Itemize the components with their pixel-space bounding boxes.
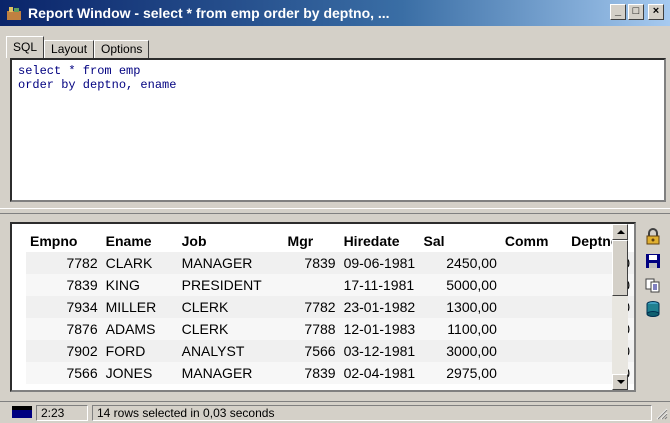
lock-icon[interactable] [644, 228, 662, 246]
scroll-down-button[interactable] [612, 374, 628, 390]
cell-comm[interactable] [500, 274, 568, 296]
chevron-down-icon [617, 380, 625, 384]
scroll-thumb[interactable] [612, 240, 628, 296]
tab-options[interactable]: Options [94, 40, 150, 58]
table-row[interactable]: 7566 JONES MANAGER 7839 02-04-1981 2975,… [26, 362, 634, 384]
sql-line: order by deptno, ename [18, 78, 177, 92]
window-title: Report Window - select * from emp order … [28, 5, 390, 21]
cell-comm[interactable] [500, 252, 568, 274]
cell-hiredate[interactable]: 12-01-1983 [339, 318, 420, 340]
cell-mgr[interactable]: 7566 [283, 340, 340, 362]
cell-empno[interactable]: 7934 [26, 296, 102, 318]
cell-sal[interactable]: 3000,00 [419, 340, 501, 362]
cell-job[interactable]: MANAGER [177, 252, 284, 274]
cell-job[interactable]: ANALYST [177, 340, 284, 362]
cell-job[interactable]: CLERK [177, 296, 284, 318]
result-grid[interactable]: Empno Ename Job Mgr Hiredate Sal Comm De… [10, 222, 636, 392]
cell-empno[interactable]: 7876 [26, 318, 102, 340]
status-bar: 2:23 14 rows selected in 0,03 seconds [0, 401, 670, 422]
tab-strip: SQL Layout Options [6, 36, 150, 58]
cell-mgr[interactable]: 7839 [283, 252, 340, 274]
cell-ename[interactable]: KING [101, 274, 178, 296]
grid-toolbar [644, 228, 664, 324]
tab-layout[interactable]: Layout [44, 40, 95, 58]
column-header-mgr[interactable]: Mgr [283, 230, 340, 252]
grid-header-row: Empno Ename Job Mgr Hiredate Sal Comm De… [26, 230, 634, 252]
cell-job[interactable]: PRESIDENT [177, 274, 284, 296]
cell-hiredate[interactable]: 09-06-1981 [339, 252, 420, 274]
cell-ename[interactable]: FORD [101, 340, 178, 362]
cell-empno[interactable]: 7782 [26, 252, 102, 274]
cell-hiredate[interactable]: 17-11-1981 [339, 274, 420, 296]
cell-hiredate[interactable]: 23-01-1982 [339, 296, 420, 318]
maximize-icon[interactable]: □ [628, 4, 644, 20]
cell-hiredate[interactable]: 02-04-1981 [339, 362, 420, 384]
cell-sal[interactable]: 1100,00 [419, 318, 501, 340]
cell-ename[interactable]: JONES [101, 362, 178, 384]
chevron-up-icon [617, 230, 625, 234]
status-message: 14 rows selected in 0,03 seconds [92, 405, 652, 421]
cell-job[interactable]: CLERK [177, 318, 284, 340]
table-row[interactable]: 7902 FORD ANALYST 7566 03-12-1981 3000,0… [26, 340, 634, 362]
database-icon[interactable] [644, 300, 662, 318]
table-row[interactable]: 7876 ADAMS CLERK 7788 12-01-1983 1100,00… [26, 318, 634, 340]
cell-ename[interactable]: MILLER [101, 296, 178, 318]
grid-vertical-scrollbar[interactable] [612, 224, 628, 390]
sql-editor[interactable]: select * from emp order by deptno, ename [10, 58, 666, 202]
column-header-empno[interactable]: Empno [26, 230, 102, 252]
pane-splitter[interactable] [0, 208, 670, 214]
app-icon[interactable] [6, 5, 22, 21]
cell-ename[interactable]: CLARK [101, 252, 178, 274]
table-row[interactable]: 7782 CLARK MANAGER 7839 09-06-1981 2450,… [26, 252, 634, 274]
table-row[interactable]: 7934 MILLER CLERK 7782 23-01-1982 1300,0… [26, 296, 634, 318]
title-bar[interactable]: Report Window - select * from emp order … [0, 0, 670, 26]
minimize-icon[interactable]: _ [610, 4, 626, 20]
sql-line: select * from emp [18, 64, 141, 78]
cell-ename[interactable]: ADAMS [101, 318, 178, 340]
cell-empno[interactable]: 7566 [26, 362, 102, 384]
cell-empno[interactable]: 7839 [26, 274, 102, 296]
report-window: Report Window - select * from emp order … [0, 0, 670, 422]
resize-grip-icon[interactable] [656, 408, 668, 420]
cell-comm[interactable] [500, 296, 568, 318]
cell-sal[interactable]: 5000,00 [419, 274, 501, 296]
cell-job[interactable]: MANAGER [177, 362, 284, 384]
column-header-comm[interactable]: Comm [500, 230, 568, 252]
cell-comm[interactable] [500, 340, 568, 362]
tab-sql[interactable]: SQL [6, 36, 45, 58]
cell-mgr[interactable]: 7788 [283, 318, 340, 340]
column-header-sal[interactable]: Sal [419, 230, 501, 252]
column-header-hiredate[interactable]: Hiredate [339, 230, 420, 252]
table-row[interactable]: 7839 KING PRESIDENT 17-11-1981 5000,00 1… [26, 274, 634, 296]
close-icon[interactable]: × [648, 4, 664, 20]
column-header-ename[interactable]: Ename [101, 230, 178, 252]
copy-icon[interactable] [644, 276, 662, 294]
cell-sal[interactable]: 2450,00 [419, 252, 501, 274]
save-icon[interactable] [644, 252, 662, 270]
column-header-job[interactable]: Job [177, 230, 284, 252]
cell-mgr[interactable]: 7839 [283, 362, 340, 384]
cell-hiredate[interactable]: 03-12-1981 [339, 340, 420, 362]
cell-mgr[interactable]: 7782 [283, 296, 340, 318]
cell-sal[interactable]: 2975,00 [419, 362, 501, 384]
cell-comm[interactable] [500, 318, 568, 340]
cursor-position: 2:23 [36, 405, 88, 421]
scroll-up-button[interactable] [612, 224, 628, 240]
cell-mgr[interactable] [283, 274, 340, 296]
cell-empno[interactable]: 7902 [26, 340, 102, 362]
cell-comm[interactable] [500, 362, 568, 384]
connection-indicator-icon [12, 406, 32, 418]
cell-sal[interactable]: 1300,00 [419, 296, 501, 318]
